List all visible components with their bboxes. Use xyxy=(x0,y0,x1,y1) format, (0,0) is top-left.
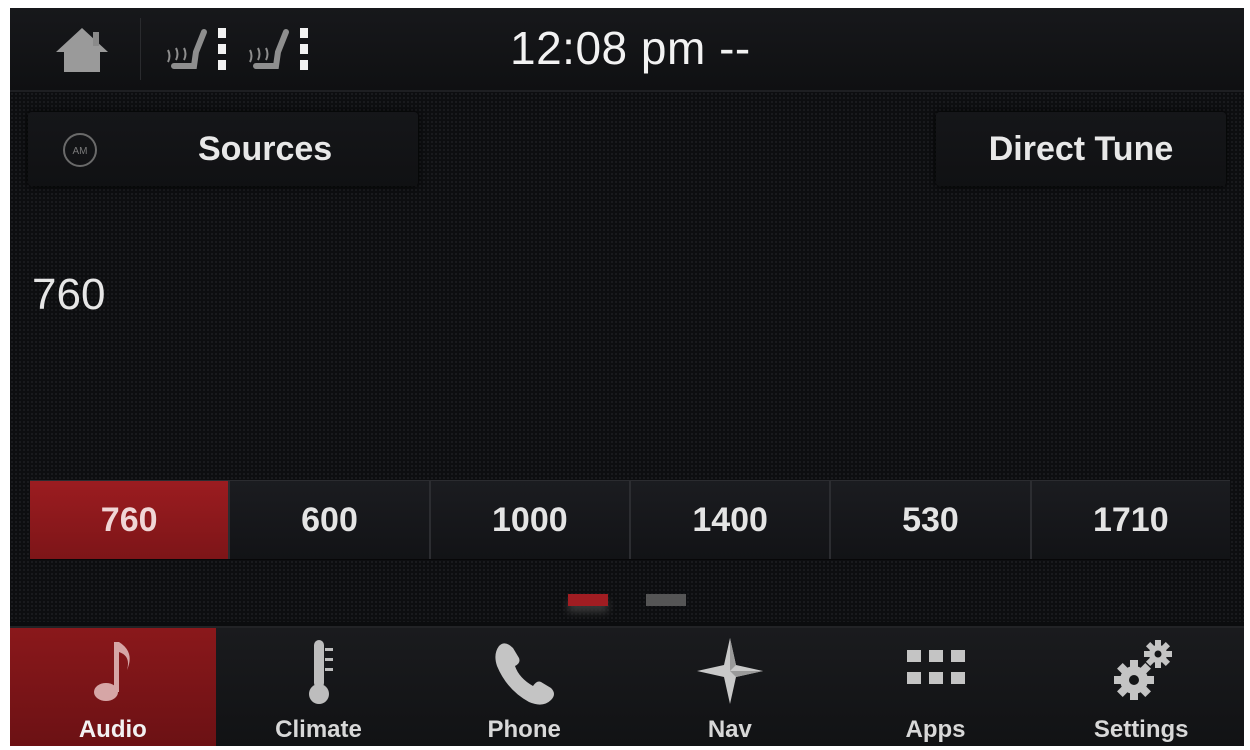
page-dot[interactable] xyxy=(646,594,686,606)
apps-grid-icon xyxy=(906,650,965,684)
driver-seat-heat-icon[interactable] xyxy=(160,22,230,76)
nav-settings[interactable]: Settings xyxy=(1038,628,1244,746)
nav-label: Phone xyxy=(487,716,561,743)
music-note-icon xyxy=(93,642,130,701)
gear-icon xyxy=(1114,640,1173,700)
nav-label: Climate xyxy=(275,716,362,743)
direct-tune-label: Direct Tune xyxy=(988,130,1174,168)
svg-text:AM: AM xyxy=(73,146,88,157)
home-icon[interactable] xyxy=(50,22,114,78)
preset-button[interactable]: 1710 xyxy=(1031,481,1230,559)
phone-icon xyxy=(495,643,555,705)
direct-tune-button[interactable]: Direct Tune xyxy=(936,112,1226,186)
status-divider xyxy=(140,18,141,80)
preset-button[interactable]: 530 xyxy=(831,481,1032,559)
passenger-seat-heat-icon[interactable] xyxy=(242,22,312,76)
preset-button[interactable]: 1000 xyxy=(430,481,631,559)
am-radio-icon: AM xyxy=(63,133,97,167)
preset-page-indicator[interactable] xyxy=(560,584,700,614)
current-frequency: 760 xyxy=(32,270,106,319)
audio-main-panel: AM Sources Direct Tune 760 760 600 1000 … xyxy=(10,92,1244,622)
sources-label: Sources xyxy=(198,130,333,168)
preset-bar: 760 600 1000 1400 530 1710 xyxy=(30,480,1230,560)
sources-button[interactable]: AM Sources xyxy=(28,112,418,186)
nav-label: Settings xyxy=(1093,716,1189,743)
nav-apps[interactable]: Apps xyxy=(833,628,1039,746)
radio-screen: 12:08 pm -- AM Sources Direct Tune 760 7… xyxy=(10,8,1244,746)
nav-phone[interactable]: Phone xyxy=(421,628,627,746)
nav-label: Nav xyxy=(707,716,752,743)
nav-label: Audio xyxy=(78,716,147,743)
clock: 12:08 pm -- xyxy=(510,22,751,74)
nav-audio[interactable]: Audio xyxy=(10,628,216,746)
preset-button[interactable]: 600 xyxy=(230,481,431,559)
page-dot-active[interactable] xyxy=(568,594,608,606)
nav-label: Apps xyxy=(905,716,966,743)
nav-climate[interactable]: Climate xyxy=(216,628,422,746)
compass-star-icon xyxy=(696,638,763,704)
nav-nav[interactable]: Nav xyxy=(627,628,833,746)
preset-button[interactable]: 760 xyxy=(30,481,231,559)
preset-button[interactable]: 1400 xyxy=(630,481,832,559)
thermometer-icon xyxy=(308,640,333,704)
bottom-nav: Audio Climate Phone Nav Apps Settings xyxy=(10,626,1244,746)
status-bar: 12:08 pm -- xyxy=(10,8,1244,92)
